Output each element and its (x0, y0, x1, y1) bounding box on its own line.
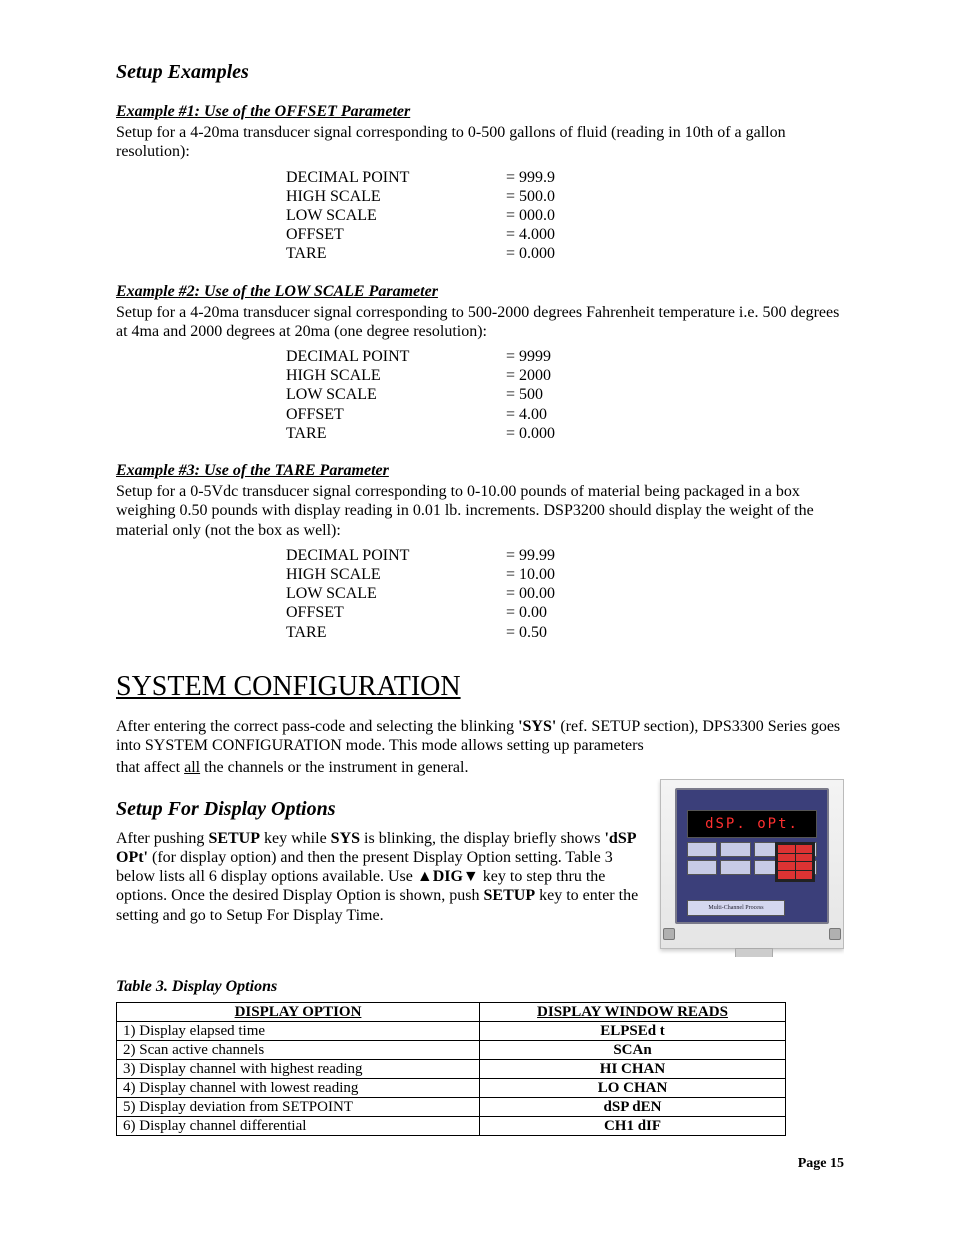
sysconf-p1: After entering the correct pass-code and… (116, 717, 844, 755)
param-name: HIGH SCALE (286, 565, 506, 584)
param-val: = 0.50 (506, 623, 547, 642)
example3-desc: Setup for a 0-5Vdc transducer signal cor… (116, 482, 844, 540)
param-name: LOW SCALE (286, 206, 506, 225)
sysconf-p2: that affect all the channels or the inst… (116, 758, 844, 777)
table-row: 2) Scan active channelsSCAn (117, 1041, 786, 1060)
table-row: 4) Display channel with lowest readingLO… (117, 1079, 786, 1098)
param-name: OFFSET (286, 603, 506, 622)
example1-heading: Example #1: Use of the OFFSET Parameter (116, 102, 844, 121)
param-val: = 0.000 (506, 244, 555, 263)
param-val: = 4.000 (506, 225, 555, 244)
param-name: HIGH SCALE (286, 366, 506, 385)
param-name: LOW SCALE (286, 584, 506, 603)
param-val: = 99.99 (506, 546, 555, 565)
example2-params: DECIMAL POINT= 9999 HIGH SCALE= 2000 LOW… (286, 347, 844, 443)
section-title: Setup Examples (116, 60, 844, 84)
table-header: DISPLAY OPTION (117, 1003, 480, 1022)
param-val: = 999.9 (506, 168, 555, 187)
param-val: = 4.00 (506, 405, 547, 424)
table-row: 5) Display deviation from SETPOINTdSP dE… (117, 1098, 786, 1117)
param-val: = 9999 (506, 347, 551, 366)
example3-heading: Example #3: Use of the TARE Parameter (116, 461, 844, 480)
param-name: DECIMAL POINT (286, 168, 506, 187)
table-caption: Table 3. Display Options (116, 977, 844, 996)
example1-desc: Setup for a 4-20ma transducer signal cor… (116, 123, 844, 161)
param-name: LOW SCALE (286, 385, 506, 404)
param-name: HIGH SCALE (286, 187, 506, 206)
param-val: = 0.000 (506, 424, 555, 443)
page-number: Page 15 (116, 1156, 844, 1173)
param-val: = 000.0 (506, 206, 555, 225)
param-name: TARE (286, 424, 506, 443)
param-name: DECIMAL POINT (286, 546, 506, 565)
table-row: 3) Display channel with highest readingH… (117, 1060, 786, 1079)
example3-params: DECIMAL POINT= 99.99 HIGH SCALE= 10.00 L… (286, 546, 844, 642)
example2-heading: Example #2: Use of the LOW SCALE Paramet… (116, 282, 844, 301)
param-val: = 00.00 (506, 584, 555, 603)
example2-desc: Setup for a 4-20ma transducer signal cor… (116, 303, 844, 341)
param-val: = 500 (506, 385, 543, 404)
table-row: 6) Display channel differentialCH1 dIF (117, 1117, 786, 1136)
device-screen: dSP. oPt. (687, 810, 817, 838)
system-config-heading: SYSTEM CONFIGURATION (116, 670, 844, 704)
param-name: DECIMAL POINT (286, 347, 506, 366)
param-val: = 2000 (506, 366, 551, 385)
example1-params: DECIMAL POINT= 999.9 HIGH SCALE= 500.0 L… (286, 168, 844, 264)
param-val: = 0.00 (506, 603, 547, 622)
device-photo: dSP. oPt. Multi-Channel Process (660, 779, 844, 949)
param-val: = 500.0 (506, 187, 555, 206)
display-options-table: DISPLAY OPTION DISPLAY WINDOW READS 1) D… (116, 1002, 786, 1136)
param-name: OFFSET (286, 225, 506, 244)
param-name: TARE (286, 244, 506, 263)
param-name: TARE (286, 623, 506, 642)
table-row: 1) Display elapsed timeELPSEd t (117, 1022, 786, 1041)
table-header: DISPLAY WINDOW READS (480, 1003, 786, 1022)
param-name: OFFSET (286, 405, 506, 424)
param-val: = 10.00 (506, 565, 555, 584)
